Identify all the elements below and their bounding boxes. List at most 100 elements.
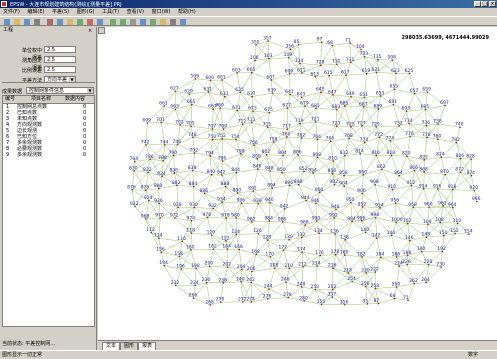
network-point-label: 978 xyxy=(221,213,230,219)
network-point-label: 617 xyxy=(341,70,350,76)
network-point-label: 611 xyxy=(297,67,306,73)
network-point-label: 924 xyxy=(144,195,153,201)
network-point-label: 357 xyxy=(327,292,336,298)
column-header[interactable]: 数据内容 xyxy=(65,96,85,103)
minimize-button[interactable]: _ xyxy=(474,1,481,7)
cut-icon[interactable] xyxy=(46,18,54,26)
menu-bar: 文件(F) 编辑(E) 平差(S) 图形(G) 工具(T) 查看(V) 窗口(W… xyxy=(0,8,497,16)
menu-window[interactable]: 窗口(W) xyxy=(149,8,174,16)
adjust-icon[interactable] xyxy=(96,18,104,26)
fit-icon[interactable] xyxy=(139,18,147,26)
undo-icon[interactable] xyxy=(76,18,84,26)
network-point-label: 87 xyxy=(373,298,379,304)
network-point-label: 679 xyxy=(300,101,309,107)
settings-icon[interactable] xyxy=(169,18,177,26)
network-point-label: 122 xyxy=(221,235,230,241)
network-point-label: 820 xyxy=(402,151,411,157)
report-icon[interactable] xyxy=(159,18,167,26)
network-point-label: 172 xyxy=(279,245,288,251)
network-point-label: 136 xyxy=(330,228,339,234)
network-point-label: 174 xyxy=(297,247,306,253)
network-point-label: 156 xyxy=(156,247,165,253)
network-point-label: 212 xyxy=(298,261,307,267)
menu-tools[interactable]: 工具(T) xyxy=(99,8,122,16)
network-point-label: 356 xyxy=(340,299,349,305)
network-point-label: 270 xyxy=(216,297,225,303)
result-data-select[interactable]: 控制网条件信息 ▼ xyxy=(26,87,94,94)
canvas-corner xyxy=(98,27,105,34)
network-point-label: 970 xyxy=(155,212,164,218)
network-point-label: 772 xyxy=(374,132,383,138)
menu-file[interactable]: 文件(F) xyxy=(0,8,23,16)
network-point-label: 768 xyxy=(344,133,353,139)
network-point-label: 130 xyxy=(284,234,293,240)
network-point-label: 746 xyxy=(173,139,182,145)
network-point-label: 202 xyxy=(223,262,232,268)
network-point-label: 601 xyxy=(217,74,226,80)
network-point-label: 862 xyxy=(377,164,386,170)
network-point-label: 926 xyxy=(154,198,163,204)
network-point-label: 635 xyxy=(235,87,244,93)
table-row[interactable]: 9 多余观测数 0 xyxy=(3,152,94,158)
menu-help[interactable]: 帮助(H) xyxy=(175,8,199,16)
print-icon[interactable] xyxy=(33,18,41,26)
column-header[interactable]: 项目名称 xyxy=(31,96,51,103)
network-point-label: 994 xyxy=(347,216,356,222)
menu-adjust[interactable]: 平差(S) xyxy=(49,8,72,16)
network-point-label: 974 xyxy=(186,215,195,221)
network-point-label: 705 xyxy=(186,121,195,127)
panel-close-icon[interactable]: × xyxy=(88,28,92,34)
network-point-label: 872 xyxy=(455,167,464,173)
menu-view[interactable]: 查看(V) xyxy=(124,8,147,16)
network-point-label: 264 xyxy=(421,277,430,283)
network-point-label: 190 xyxy=(417,246,426,252)
control-network-graph[interactable]: 35535735685 8768 71104106 103 109114 728 730 73… xyxy=(98,27,497,340)
network-point-label: 800 xyxy=(252,153,261,159)
save-icon[interactable] xyxy=(23,18,31,26)
network-point-label: 942 xyxy=(280,203,289,209)
scale-error-input[interactable]: 2.5 xyxy=(44,66,76,73)
network-point-label: 870 xyxy=(440,169,449,175)
network-point-label: 236 xyxy=(202,277,211,283)
new-file-icon[interactable] xyxy=(3,18,11,26)
calculate-icon[interactable] xyxy=(86,18,94,26)
menu-edit[interactable]: 编辑(E) xyxy=(24,8,47,16)
paste-icon[interactable] xyxy=(66,18,74,26)
help-icon[interactable] xyxy=(179,18,187,26)
network-point-label: 914 xyxy=(419,183,428,189)
network-point-label: 140 xyxy=(361,227,370,233)
network-point-label: 659 xyxy=(422,87,431,93)
refresh-icon[interactable] xyxy=(149,18,157,26)
network-point-label: 234 xyxy=(190,280,199,286)
column-header[interactable]: 编号 xyxy=(5,96,15,103)
network-point-label: 880 xyxy=(154,183,163,189)
menu-graphics[interactable]: 图形(G) xyxy=(74,8,98,16)
network-point-label: 709 xyxy=(218,124,227,130)
network-canvas[interactable]: 298035.63699, 4671444.99029 355 357 356 85 8… xyxy=(98,27,497,340)
network-point-label: 776 xyxy=(405,131,414,137)
network-point-label: 715 xyxy=(263,122,272,128)
unit-error-input[interactable]: 2.5 xyxy=(44,46,76,53)
network-point-label: 982 xyxy=(247,216,256,222)
network-point-label: 118 xyxy=(186,228,195,234)
network-point-label: 717 xyxy=(282,124,291,130)
zoom-out-icon[interactable] xyxy=(119,18,127,26)
view-tabs: 文本 图形 报表 xyxy=(98,340,497,351)
open-file-icon[interactable] xyxy=(13,18,21,26)
network-point-label: 695 xyxy=(421,104,430,110)
angle-error-input[interactable]: 2.5 xyxy=(44,56,76,63)
network-point-label: 68 xyxy=(327,40,333,46)
close-button[interactable]: × xyxy=(489,1,496,7)
network-point-label: 176 xyxy=(315,250,324,256)
data-table: 编号 项目名称 数据内容 1 控制网总点数 0 2 已知点数 0 3 未知点数 0 4 方向观… xyxy=(2,95,95,327)
chevron-down-icon[interactable]: ▼ xyxy=(87,88,93,93)
maximize-button[interactable]: □ xyxy=(481,1,488,7)
zoom-in-icon[interactable] xyxy=(109,18,117,26)
network-point-label: 208 xyxy=(270,263,279,269)
copy-icon[interactable] xyxy=(56,18,64,26)
pan-icon[interactable] xyxy=(129,18,137,26)
network-point-label: 860 xyxy=(358,169,367,175)
network-point-label: 102 xyxy=(403,218,412,224)
network-point-label: 968 xyxy=(141,213,150,219)
network-point-label: 254 xyxy=(347,276,356,282)
